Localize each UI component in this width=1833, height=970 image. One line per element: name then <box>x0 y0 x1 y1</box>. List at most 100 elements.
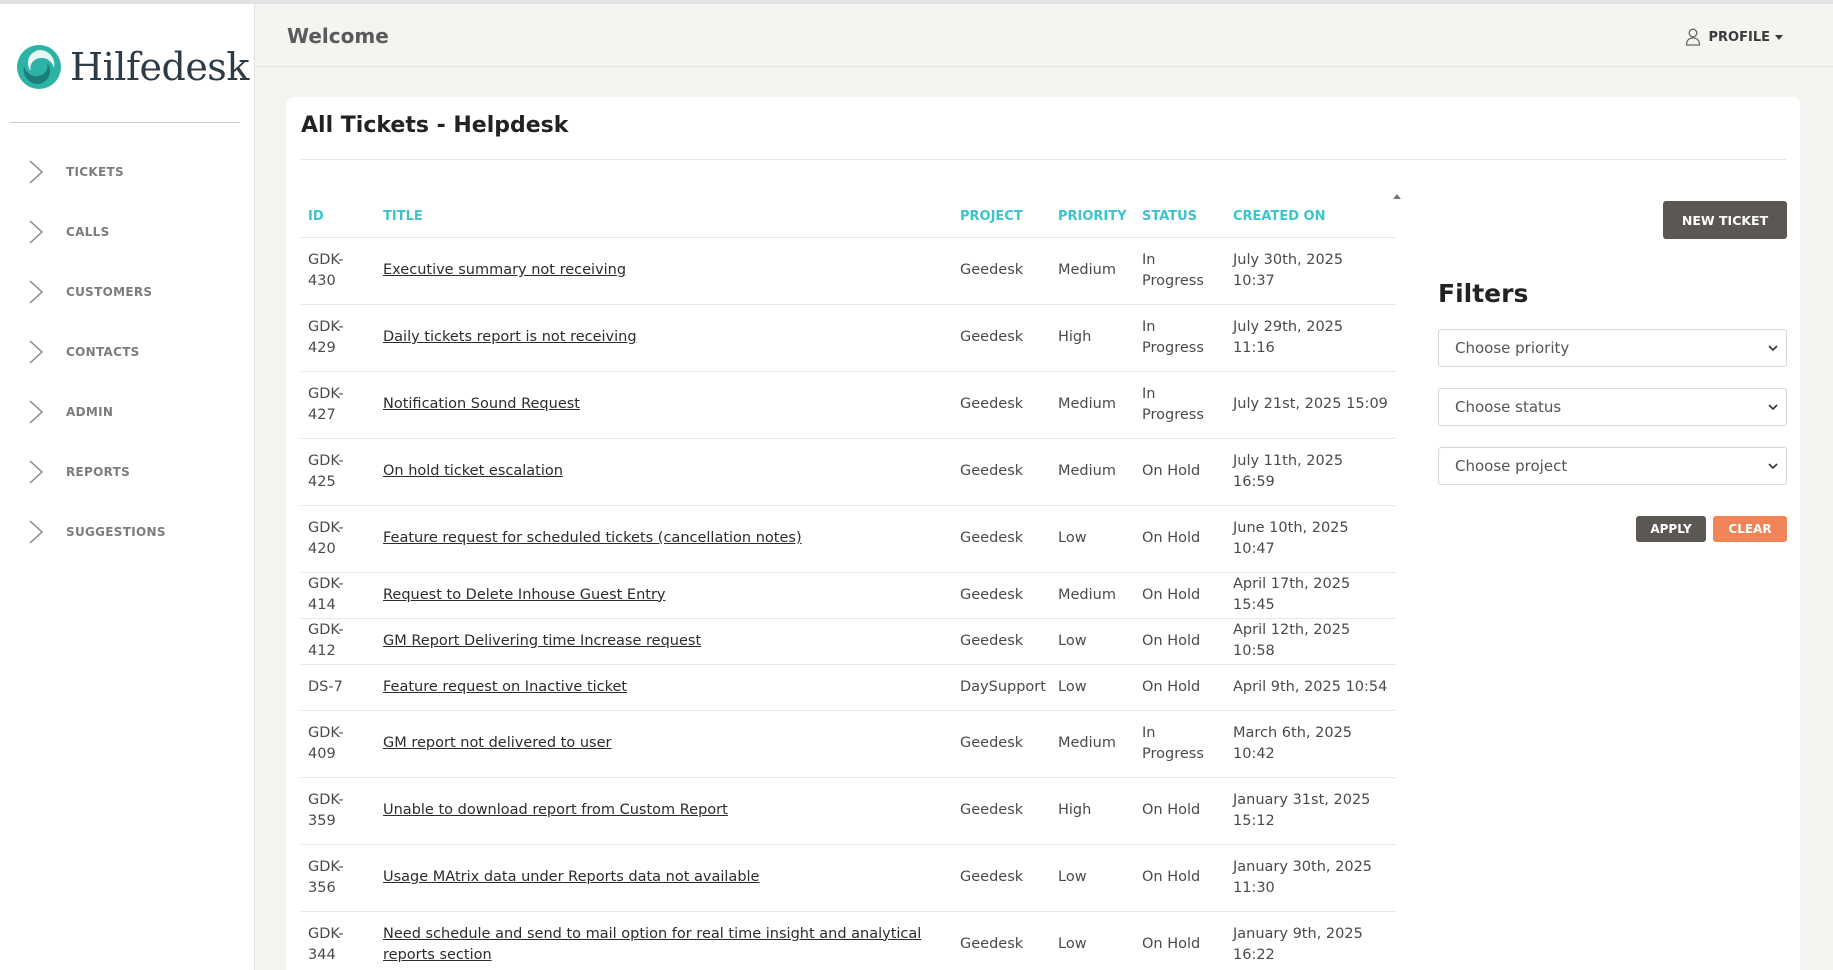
ticket-title-link[interactable]: Unable to download report from Custom Re… <box>383 802 728 818</box>
ticket-status-cell: On Hold <box>1135 571 1226 618</box>
ticket-title-cell: Request to Delete Inhouse Guest Entry <box>376 571 953 618</box>
ticket-title-link[interactable]: Feature request for scheduled tickets (c… <box>383 530 802 546</box>
ticket-priority-cell: Low <box>1051 504 1135 572</box>
ticket-status-cell: In Progress <box>1135 236 1226 304</box>
ticket-project-cell: Geedesk <box>953 571 1051 618</box>
chevron-right-icon <box>29 460 44 484</box>
sidebar-item-label: SUGGESTIONS <box>66 525 166 539</box>
column-header-created-on[interactable]: CREATED ON <box>1226 197 1396 237</box>
ticket-title-cell: GM report not delivered to user <box>376 709 953 777</box>
ticket-project-cell: Geedesk <box>953 776 1051 844</box>
ticket-title-link[interactable]: Need schedule and send to mail option fo… <box>383 926 921 963</box>
sidebar-item-admin[interactable]: ADMIN <box>0 382 255 442</box>
ticket-title-link[interactable]: GM report not delivered to user <box>383 735 611 751</box>
priority-select[interactable]: Choose priority <box>1438 329 1787 367</box>
ticket-title-link[interactable]: Daily tickets report is not receiving <box>383 329 637 345</box>
ticket-title-link[interactable]: Usage MAtrix data under Reports data not… <box>383 869 759 885</box>
table-row[interactable]: GDK- 425 On hold ticket escalation Geedesk M… <box>301 437 1396 505</box>
profile-menu[interactable]: PROFILE <box>1685 28 1783 46</box>
table-row[interactable]: GDK- 359 Unable to download report from Cu… <box>301 776 1396 844</box>
ticket-priority-cell: Medium <box>1051 571 1135 618</box>
table-row[interactable]: GDK- 430 Executive summary not receiving Ge… <box>301 236 1396 304</box>
column-header-project[interactable]: PROJECT <box>953 197 1051 237</box>
ticket-created-cell: April 12th, 2025 10:58 <box>1226 617 1396 664</box>
ticket-id-cell: GDK- 356 <box>301 843 376 911</box>
ticket-id-cell: GDK- 409 <box>301 709 376 777</box>
table-row[interactable]: GDK-412 GM Report Delivering time Increas… <box>301 617 1396 664</box>
ticket-priority-cell: High <box>1051 776 1135 844</box>
ticket-title-link[interactable]: GM Report Delivering time Increase reque… <box>383 633 701 649</box>
chevron-right-icon <box>29 220 44 244</box>
ticket-project-cell: Geedesk <box>953 709 1051 777</box>
ticket-title-link[interactable]: Request to Delete Inhouse Guest Entry <box>383 587 666 603</box>
ticket-project-cell: Geedesk <box>953 236 1051 304</box>
ticket-created-cell: July 11th, 2025 16:59 <box>1226 437 1396 505</box>
ticket-id-cell: GDK- 427 <box>301 370 376 438</box>
table-row[interactable]: GDK- 356 Usage MAtrix data under Reports d… <box>301 843 1396 911</box>
ticket-project-cell: Geedesk <box>953 437 1051 505</box>
sidebar-item-tickets[interactable]: TICKETS <box>0 142 255 202</box>
ticket-status-cell: On Hold <box>1135 910 1226 970</box>
table-row[interactable]: GDK- 429 Daily tickets report is not recei… <box>301 303 1396 371</box>
caret-down-icon <box>1775 34 1783 40</box>
sidebar-item-suggestions[interactable]: SUGGESTIONS <box>0 502 255 562</box>
tickets-table-body: GDK- 430 Executive summary not receiving Ge… <box>301 236 1396 970</box>
profile-label: PROFILE <box>1708 29 1770 45</box>
sidebar-item-label: ADMIN <box>66 405 114 419</box>
ticket-title-link[interactable]: Feature request on Inactive ticket <box>383 679 627 695</box>
table-row[interactable]: GDK-414 Request to Delete Inhouse Guest E… <box>301 571 1396 618</box>
apply-filters-button[interactable]: APPLY <box>1636 516 1706 542</box>
chevron-down-icon <box>1768 345 1778 352</box>
sidebar-item-label: CONTACTS <box>66 345 140 359</box>
sidebar-item-customers[interactable]: CUSTOMERS <box>0 262 255 322</box>
project-select[interactable]: Choose project <box>1438 447 1787 485</box>
table-row[interactable]: GDK- 344 Need schedule and send to mail op… <box>301 910 1396 970</box>
ticket-priority-cell: Medium <box>1051 437 1135 505</box>
ticket-id-cell: GDK- 420 <box>301 504 376 572</box>
table-row[interactable]: GDK- 427 Notification Sound Request Geedesk… <box>301 370 1396 438</box>
ticket-project-cell: Geedesk <box>953 910 1051 970</box>
ticket-priority-cell: Low <box>1051 843 1135 911</box>
ticket-status-cell: On Hold <box>1135 843 1226 911</box>
chevron-right-icon <box>29 340 44 364</box>
table-row[interactable]: GDK- 409 GM report not delivered to user Ge… <box>301 709 1396 777</box>
ticket-title-cell: Feature request on Inactive ticket <box>376 663 953 710</box>
ticket-id-cell: GDK- 430 <box>301 236 376 304</box>
sidebar-nav: TICKETS CALLS CUSTOMERS CONTACTS ADMIN R… <box>0 142 255 562</box>
sidebar-divider <box>10 122 240 123</box>
ticket-id-cell: GDK-412 <box>301 617 376 664</box>
status-select-value: Choose status <box>1455 398 1562 416</box>
column-header-id[interactable]: ID <box>301 197 376 237</box>
sidebar-item-contacts[interactable]: CONTACTS <box>0 322 255 382</box>
ticket-title-cell: Feature request for scheduled tickets (c… <box>376 504 953 572</box>
ticket-title-cell: Executive summary not receiving <box>376 236 953 304</box>
tickets-table-wrapper: ID TITLE PROJECT PRIORITY STATUS CREATED… <box>301 197 1396 970</box>
brand-name: Hilfedesk <box>70 45 249 89</box>
ticket-created-cell: April 17th, 2025 15:45 <box>1226 571 1396 618</box>
ticket-priority-cell: Medium <box>1051 709 1135 777</box>
welcome-heading: Welcome <box>287 24 389 48</box>
chevron-down-icon <box>1768 404 1778 411</box>
sidebar: Hilfedesk TICKETS CALLS CUSTOMERS CONTAC… <box>0 4 255 970</box>
ticket-title-cell: Usage MAtrix data under Reports data not… <box>376 843 953 911</box>
status-select[interactable]: Choose status <box>1438 388 1787 426</box>
ticket-title-link[interactable]: Notification Sound Request <box>383 396 580 412</box>
ticket-title-link[interactable]: Executive summary not receiving <box>383 262 626 278</box>
column-header-status[interactable]: STATUS <box>1135 197 1226 237</box>
ticket-id-cell: GDK- 359 <box>301 776 376 844</box>
ticket-created-cell: January 30th, 2025 11:30 <box>1226 843 1396 911</box>
filters-heading: Filters <box>1438 279 1529 308</box>
table-row[interactable]: GDK- 420 Feature request for scheduled tic… <box>301 504 1396 572</box>
clear-filters-button[interactable]: CLEAR <box>1713 516 1787 542</box>
logo[interactable]: Hilfedesk <box>16 44 249 90</box>
sidebar-item-reports[interactable]: REPORTS <box>0 442 255 502</box>
sidebar-item-calls[interactable]: CALLS <box>0 202 255 262</box>
new-ticket-button[interactable]: NEW TICKET <box>1663 201 1787 239</box>
column-header-priority[interactable]: PRIORITY <box>1051 197 1135 237</box>
table-row[interactable]: DS-7 Feature request on Inactive ticket Da… <box>301 663 1396 710</box>
project-select-value: Choose project <box>1455 457 1568 475</box>
ticket-title-link[interactable]: On hold ticket escalation <box>383 463 563 479</box>
user-icon <box>1685 28 1700 46</box>
ticket-priority-cell: Medium <box>1051 370 1135 438</box>
column-header-title[interactable]: TITLE <box>376 197 953 237</box>
